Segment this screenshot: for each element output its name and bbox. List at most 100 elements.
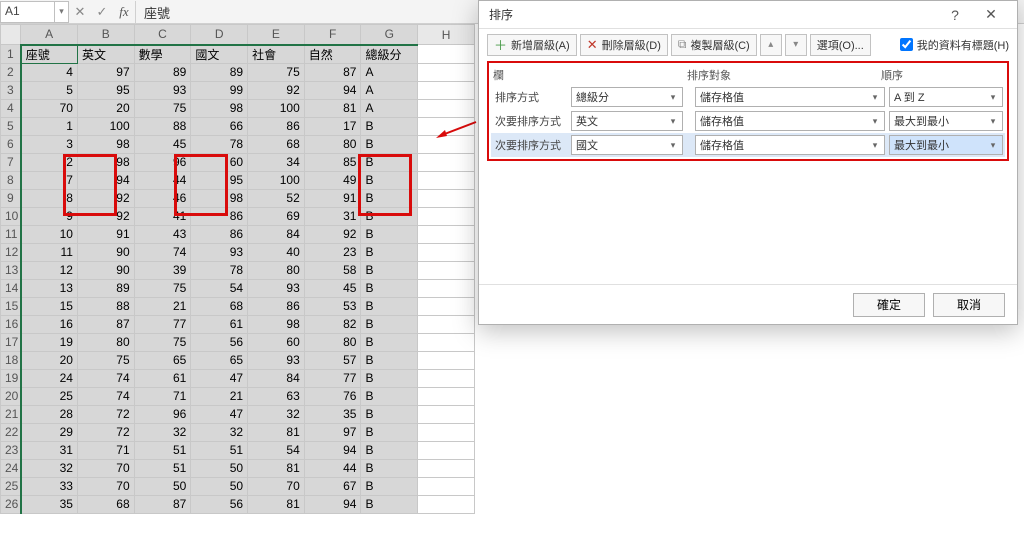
row-header[interactable]: 11 [1,225,21,243]
column-header[interactable]: E [248,25,305,45]
cell[interactable]: 97 [77,63,134,81]
cell[interactable]: A [361,63,418,81]
cell[interactable]: 15 [21,297,78,315]
cell[interactable]: 16 [21,315,78,333]
cell[interactable]: B [361,351,418,369]
cell[interactable]: 13 [21,279,78,297]
cell[interactable]: 93 [248,351,305,369]
cell[interactable]: 5 [21,81,78,99]
cell[interactable]: 7 [21,171,78,189]
cell[interactable]: 31 [304,207,361,225]
cell[interactable]: 28 [21,405,78,423]
row-header[interactable]: 12 [1,243,21,261]
cell[interactable]: 32 [191,423,248,441]
cell[interactable]: 91 [304,189,361,207]
column-header[interactable]: D [191,25,248,45]
cell[interactable]: B [361,135,418,153]
cell[interactable]: 100 [248,171,305,189]
cell[interactable] [418,63,475,81]
cell[interactable]: 81 [248,495,305,513]
row-header[interactable]: 22 [1,423,21,441]
cell[interactable] [418,495,475,513]
name-box[interactable]: A1 [0,1,55,23]
cell[interactable]: 80 [248,261,305,279]
cell[interactable]: 20 [77,99,134,117]
cell[interactable]: 32 [21,459,78,477]
cell[interactable] [418,279,475,297]
cell[interactable]: B [361,477,418,495]
cell[interactable]: 90 [77,261,134,279]
cell[interactable]: 98 [191,189,248,207]
cell[interactable]: 80 [304,333,361,351]
row-header[interactable]: 24 [1,459,21,477]
cell[interactable] [418,99,475,117]
dialog-help-icon[interactable]: ? [937,2,973,28]
cell[interactable]: 國文 [191,45,248,64]
confirm-entry-icon[interactable]: ✓ [91,1,113,23]
has-header-input[interactable] [900,38,913,51]
cell[interactable]: B [361,261,418,279]
row-header[interactable]: 26 [1,495,21,513]
row-header[interactable]: 23 [1,441,21,459]
cell[interactable]: 總級分 [361,45,418,64]
cell[interactable]: B [361,279,418,297]
cell[interactable]: 89 [191,63,248,81]
cell[interactable]: 85 [304,153,361,171]
cell[interactable]: 84 [248,369,305,387]
cell[interactable]: 35 [304,405,361,423]
cell[interactable]: 86 [248,117,305,135]
column-header[interactable]: C [134,25,191,45]
cell[interactable]: 社會 [248,45,305,64]
cell[interactable]: 95 [191,171,248,189]
cell[interactable]: 95 [77,81,134,99]
move-down-button[interactable]: ▾ [785,34,807,56]
cell[interactable]: 54 [248,441,305,459]
sort-order-dropdown[interactable]: 最大到最小▾ [889,111,1003,131]
cell[interactable]: 63 [248,387,305,405]
cell[interactable] [418,441,475,459]
row-header[interactable]: 8 [1,171,21,189]
row-header[interactable]: 25 [1,477,21,495]
cell[interactable]: B [361,405,418,423]
row-header[interactable]: 3 [1,81,21,99]
cell[interactable]: 52 [248,189,305,207]
cell[interactable] [418,171,475,189]
cell[interactable]: 88 [134,117,191,135]
cell[interactable]: 50 [191,477,248,495]
cell[interactable]: 75 [248,63,305,81]
cell[interactable]: 24 [21,369,78,387]
cell[interactable]: 75 [134,279,191,297]
cell[interactable]: 75 [77,351,134,369]
cell[interactable]: 82 [304,315,361,333]
cell[interactable]: 29 [21,423,78,441]
cell[interactable]: 71 [134,387,191,405]
row-header[interactable]: 18 [1,351,21,369]
sort-column-dropdown[interactable]: 英文▾ [571,111,683,131]
cell[interactable] [418,405,475,423]
cell[interactable]: B [361,423,418,441]
cell[interactable] [418,423,475,441]
cell[interactable]: 39 [134,261,191,279]
cell[interactable]: 34 [248,153,305,171]
cell[interactable]: 94 [304,495,361,513]
row-header[interactable]: 4 [1,99,21,117]
cell[interactable]: B [361,369,418,387]
row-header[interactable]: 6 [1,135,21,153]
cell[interactable]: 87 [134,495,191,513]
cell[interactable]: 98 [77,153,134,171]
cell[interactable]: 68 [77,495,134,513]
cell[interactable]: 51 [191,441,248,459]
cell[interactable]: 75 [134,99,191,117]
cell[interactable]: 76 [304,387,361,405]
cell[interactable]: 19 [21,333,78,351]
cell[interactable] [418,225,475,243]
sort-order-dropdown[interactable]: 最大到最小▾ [889,135,1003,155]
cell[interactable]: 2 [21,153,78,171]
cell[interactable] [418,207,475,225]
cell[interactable]: 100 [77,117,134,135]
cell[interactable]: B [361,171,418,189]
cell[interactable]: 56 [191,333,248,351]
row-header[interactable]: 20 [1,387,21,405]
cell[interactable]: 46 [134,189,191,207]
cell[interactable]: 44 [134,171,191,189]
